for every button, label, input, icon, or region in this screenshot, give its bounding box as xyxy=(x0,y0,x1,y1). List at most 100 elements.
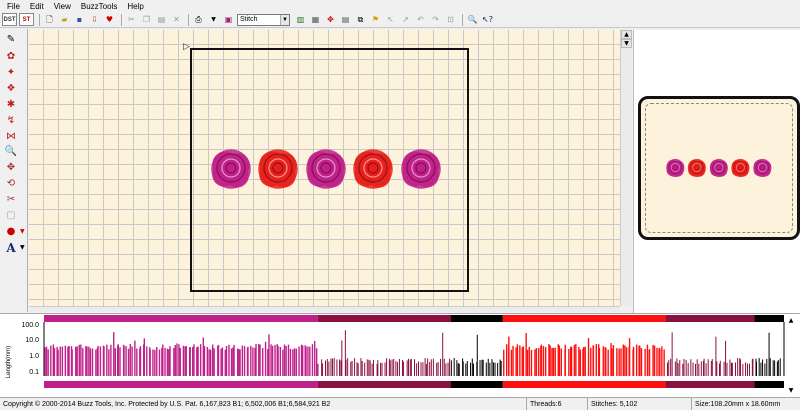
toolbar-separator xyxy=(462,13,463,26)
toolbar-separator xyxy=(188,13,189,26)
rose-motif xyxy=(687,158,706,178)
help-pointer-icon[interactable]: ↖? xyxy=(481,13,494,26)
color-palette-icon[interactable]: ▥ xyxy=(294,13,307,26)
rose-motif xyxy=(753,158,772,178)
rose-tool-icon[interactable]: ✿ xyxy=(4,50,18,63)
menu-file[interactable]: File xyxy=(2,2,25,11)
move-icon[interactable]: ✥ xyxy=(324,13,337,26)
pan-tool-icon[interactable]: ✥ xyxy=(4,161,18,174)
chevron-down-icon: ▼ xyxy=(20,244,25,251)
thread-band-bottom[interactable] xyxy=(502,381,666,388)
grid-icon[interactable]: ▦ xyxy=(309,13,322,26)
table-icon[interactable]: ▤ xyxy=(339,13,352,26)
hoop-icon[interactable]: ▣ xyxy=(222,13,235,26)
thread-band-top[interactable] xyxy=(665,315,755,322)
disabled-tool-icon: ▢ xyxy=(6,210,16,221)
edit-node-tool-icon[interactable]: ⋈ xyxy=(4,130,18,143)
thread-band-top[interactable] xyxy=(502,315,666,322)
rose-design[interactable] xyxy=(207,145,450,193)
zoom-fit-icon[interactable]: ⊡ xyxy=(444,13,457,26)
color-tool-icon[interactable]: ● ▼ xyxy=(4,225,25,238)
new-file-icon[interactable]: 🗋 xyxy=(43,13,56,26)
chevron-down-icon: ▼ xyxy=(20,228,25,235)
stitch-mode-value: Stitch xyxy=(240,16,258,23)
scroll-down-icon[interactable]: ▼ xyxy=(621,39,632,48)
rose-motif xyxy=(306,149,346,189)
fill-tool-icon[interactable]: ✱ xyxy=(4,98,18,111)
crop-tool-icon[interactable]: ✂ xyxy=(4,193,18,206)
print-dropdown-icon[interactable]: ▼ xyxy=(207,13,220,26)
thread-band-bottom[interactable] xyxy=(451,381,503,388)
design-workspace[interactable]: ▷ xyxy=(29,30,620,306)
vertical-scrollbar[interactable]: ▲ ▼ xyxy=(620,30,632,306)
status-bar: Copyright © 2000-2014 Buzz Tools, Inc. P… xyxy=(0,397,800,410)
status-threads: Threads:6 xyxy=(527,398,588,410)
horizontal-scrollbar[interactable] xyxy=(29,306,620,312)
rose-motif xyxy=(211,149,251,189)
dst-format-button[interactable]: DST xyxy=(2,13,17,26)
open-folder-icon[interactable]: ▰ xyxy=(58,13,71,26)
ytick-10: 10.0 xyxy=(25,337,39,344)
menu-bar: File Edit View BuzzTools Help xyxy=(0,0,800,12)
stitch-tool-icon[interactable]: ✦ xyxy=(4,66,18,79)
copy-icon[interactable]: ❐ xyxy=(140,13,153,26)
stitch-length-graph[interactable]: Length(mm) 100.0 10.0 1.0 0.1 ▲ ▼ xyxy=(0,313,800,397)
rose-motif xyxy=(353,149,393,189)
main-toolbar: DST ST 🗋 ▰ ▪ ⇩ ♥ ✂ ❐ ▤ ✕ ⎙ ▼ ▣ Stitch ▼ … xyxy=(0,12,800,28)
menu-edit[interactable]: Edit xyxy=(25,2,49,11)
scroll-up-icon[interactable]: ▲ xyxy=(621,30,632,39)
stitch-graph-svg: Length(mm) 100.0 10.0 1.0 0.1 ▲ ▼ xyxy=(6,315,794,394)
save-icon[interactable]: ▪ xyxy=(73,13,86,26)
text-tool-icon[interactable]: A ▼ xyxy=(4,241,24,255)
thread-band-top[interactable] xyxy=(317,315,451,322)
preview-hoop xyxy=(638,96,800,240)
menu-help[interactable]: Help xyxy=(122,2,148,11)
hoop-corner-marker: ▷ xyxy=(183,42,190,52)
left-toolbar: ✎ ✿ ✦ ❖ ✱ ↯ ⋈ 🔍 ✥ ⟲ ✂ ▢ ● ▼ A ▼ xyxy=(0,29,28,312)
resize-icon[interactable]: ⧉ xyxy=(354,13,367,26)
pointer-icon[interactable]: ↖ xyxy=(384,13,397,26)
cut-icon[interactable]: ✂ xyxy=(125,13,138,26)
rose-motif xyxy=(258,149,298,189)
stitch-mode-select[interactable]: Stitch ▼ xyxy=(237,13,290,26)
thread-band-top[interactable] xyxy=(44,315,318,322)
rose-motif xyxy=(731,158,750,178)
flag-icon[interactable]: ⚑ xyxy=(369,13,382,26)
graph-scroll-down-icon[interactable]: ▼ xyxy=(789,387,794,394)
chevron-down-icon: ▼ xyxy=(280,14,289,25)
zoom-icon[interactable]: 🔍 xyxy=(466,13,479,26)
status-stitches: Stitches: 5,102 xyxy=(588,398,692,410)
ytick-100: 100.0 xyxy=(21,322,39,329)
graph-ylabel: Length(mm) xyxy=(6,346,12,378)
thread-band-bottom[interactable] xyxy=(754,381,784,388)
toolbar-separator xyxy=(121,13,122,26)
preview-panel xyxy=(633,30,800,313)
status-size: Size:108.20mm x 18.60mm xyxy=(695,400,781,408)
select-tool-icon[interactable]: ✎ xyxy=(4,33,18,46)
heart-icon[interactable]: ♥ xyxy=(103,13,116,26)
menu-view[interactable]: View xyxy=(49,2,76,11)
delete-icon[interactable]: ✕ xyxy=(170,13,183,26)
undo-icon[interactable]: ↶ xyxy=(414,13,427,26)
paste-icon[interactable]: ▤ xyxy=(155,13,168,26)
rotate-tool-icon[interactable]: ⟲ xyxy=(4,177,18,190)
export-icon[interactable]: ⇩ xyxy=(88,13,101,26)
zoom-tool-icon[interactable]: 🔍 xyxy=(4,145,18,158)
print-icon[interactable]: ⎙ xyxy=(192,13,205,26)
rose-motif xyxy=(709,158,728,178)
run-tool-icon[interactable]: ↯ xyxy=(4,114,18,127)
rose-motif xyxy=(666,158,685,178)
graph-scroll-up-icon[interactable]: ▲ xyxy=(789,317,794,324)
st-format-button[interactable]: ST xyxy=(19,13,34,26)
ytick-1: 1.0 xyxy=(29,353,39,360)
redo-icon[interactable]: ↷ xyxy=(429,13,442,26)
thread-band-bottom[interactable] xyxy=(317,381,451,388)
thread-band-top[interactable] xyxy=(754,315,784,322)
menu-buzztools[interactable]: BuzzTools xyxy=(76,2,122,11)
toolbar-separator xyxy=(39,13,40,26)
thread-band-top[interactable] xyxy=(451,315,503,322)
thread-band-bottom[interactable] xyxy=(44,381,318,388)
satin-tool-icon[interactable]: ❖ xyxy=(4,82,18,95)
thread-band-bottom[interactable] xyxy=(665,381,755,388)
pointer-alt-icon[interactable]: ↗ xyxy=(399,13,412,26)
